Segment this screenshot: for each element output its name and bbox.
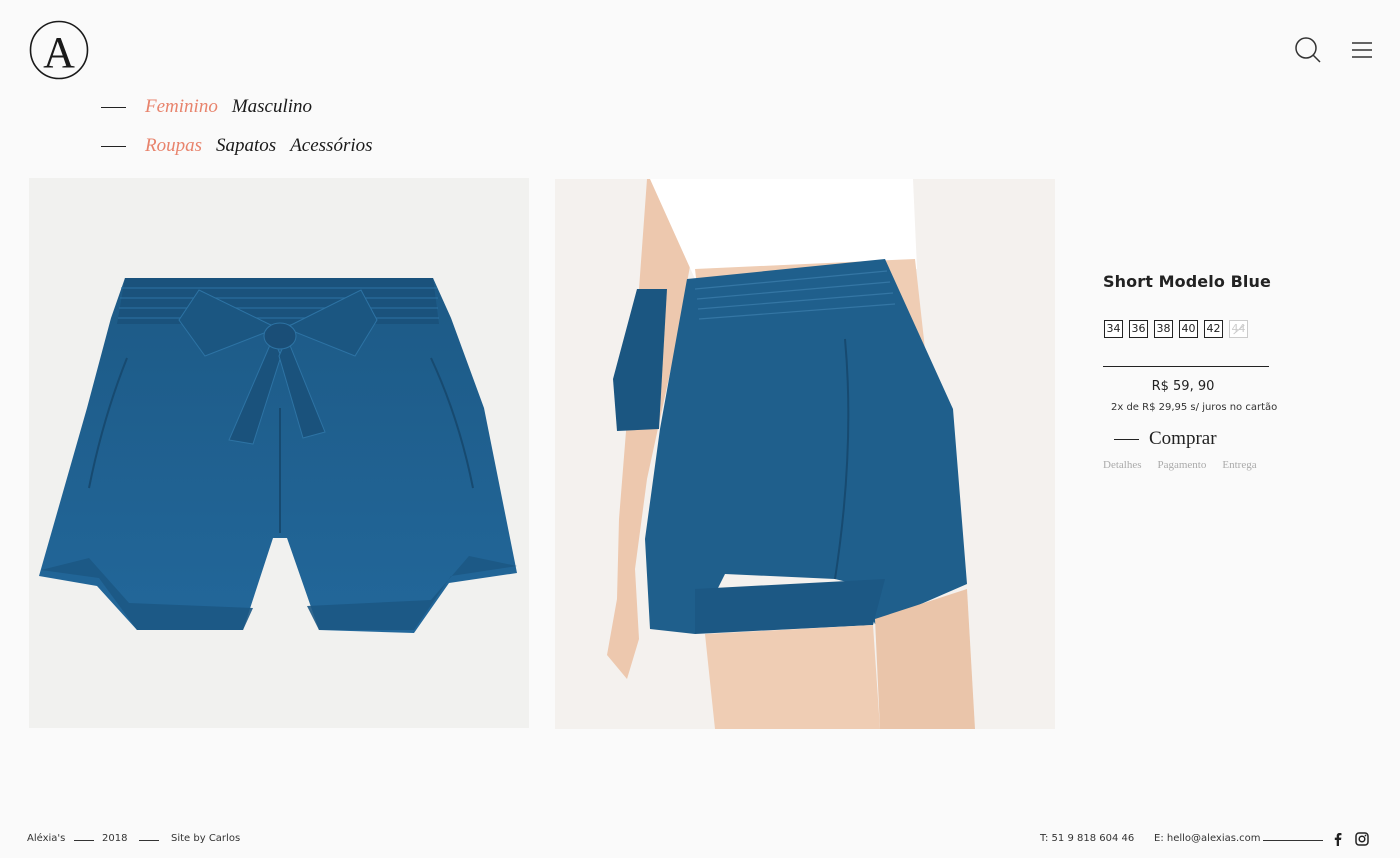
product-image-front[interactable] xyxy=(29,178,529,728)
footer: Aléxia's 2018 Site by Carlos T: 51 9 818… xyxy=(0,832,1400,849)
nav-feminino[interactable]: Feminino xyxy=(145,96,218,118)
size-option[interactable]: 34 xyxy=(1104,320,1123,338)
tab-detalhes[interactable]: Detalhes xyxy=(1103,459,1141,471)
size-option[interactable]: 42 xyxy=(1204,320,1223,338)
divider xyxy=(1103,366,1269,367)
tab-pagamento[interactable]: Pagamento xyxy=(1157,459,1206,471)
installments-text: 2x de R$ 29,95 s/ juros no cartão xyxy=(1111,402,1278,413)
category-nav: Roupas Sapatos Acessórios xyxy=(101,131,387,161)
instagram-icon[interactable] xyxy=(1355,832,1369,846)
buy-dash xyxy=(1114,438,1139,440)
brand-logo[interactable]: A xyxy=(29,20,89,80)
info-tabs: Detalhes Pagamento Entrega xyxy=(1103,459,1257,471)
price: R$ 59, 90 xyxy=(1151,379,1215,394)
nav-masculino[interactable]: Masculino xyxy=(232,96,312,118)
nav-dash xyxy=(101,145,126,147)
footer-email[interactable]: E: hello@alexias.com xyxy=(1154,833,1260,844)
tab-entrega[interactable]: Entrega xyxy=(1222,459,1256,471)
footer-separator xyxy=(139,840,159,841)
product-title: Short Modelo Blue xyxy=(1103,272,1271,291)
buy-button[interactable]: Comprar xyxy=(1114,428,1217,450)
size-option[interactable]: 36 xyxy=(1129,320,1148,338)
size-option[interactable]: 38 xyxy=(1154,320,1173,338)
footer-separator xyxy=(1263,840,1323,841)
size-selector: 34 36 38 40 42 44 xyxy=(1104,320,1248,338)
size-option-unavailable: 44 xyxy=(1229,320,1248,338)
logo-letter: A xyxy=(43,28,75,77)
footer-separator xyxy=(74,840,94,841)
facebook-icon[interactable] xyxy=(1331,832,1345,846)
product-image-back[interactable] xyxy=(555,179,1055,729)
size-option[interactable]: 40 xyxy=(1179,320,1198,338)
nav-roupas[interactable]: Roupas xyxy=(145,135,202,157)
buy-label: Comprar xyxy=(1149,428,1217,449)
footer-year: 2018 xyxy=(102,833,128,844)
footer-phone[interactable]: T: 51 9 818 604 46 xyxy=(1040,833,1134,844)
gender-nav: Feminino Masculino xyxy=(101,92,326,122)
footer-brand: Aléxia's xyxy=(27,833,66,844)
menu-icon[interactable] xyxy=(1350,40,1374,60)
search-icon[interactable] xyxy=(1294,36,1322,64)
nav-dash xyxy=(101,106,126,108)
nav-sapatos[interactable]: Sapatos xyxy=(216,135,276,157)
nav-acessorios[interactable]: Acessórios xyxy=(290,135,372,157)
footer-credit[interactable]: Site by Carlos xyxy=(171,833,240,844)
